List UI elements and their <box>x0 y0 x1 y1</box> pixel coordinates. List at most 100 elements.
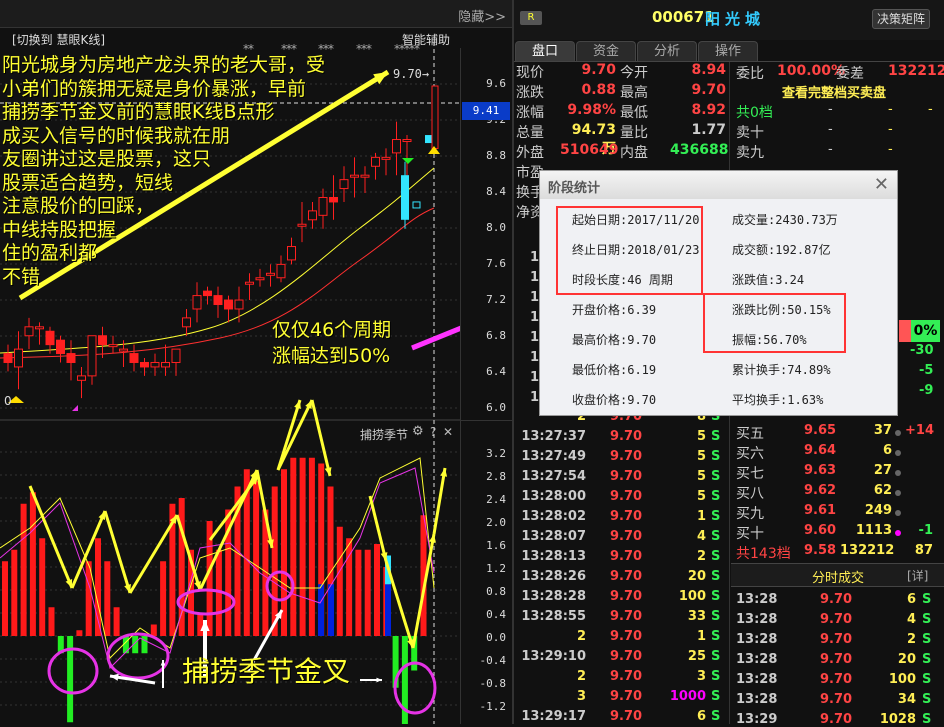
candle-body <box>108 344 118 348</box>
tick-volume: 33 <box>687 609 706 624</box>
annotation-line: 涨幅达到50% <box>272 345 391 367</box>
candle-body <box>129 353 139 363</box>
stat-item-right: 涨跌值:3.24 <box>732 273 805 287</box>
indicator-bar <box>197 613 204 636</box>
annotation-line: 中线持股把握 <box>2 218 117 241</box>
indicator-tick: 2.0 <box>486 516 506 529</box>
tab-analysis[interactable]: 分析 <box>637 41 697 61</box>
candle-body <box>35 326 44 330</box>
price-tick: 8.8 <box>486 149 506 162</box>
indicator-bar <box>299 457 306 636</box>
help-icon[interactable]: ? <box>430 425 436 439</box>
tick-time: 13:27:49 <box>521 449 586 464</box>
trade-side: S <box>922 612 932 627</box>
buy-label: 买八 <box>736 486 764 502</box>
tick-time: 2 <box>576 669 586 684</box>
buy-total-extra: 87 <box>914 543 933 558</box>
indicator-bar <box>104 561 111 636</box>
full-book-link[interactable]: 查看完整档买卖盘 <box>782 82 886 101</box>
indicator-bar <box>150 624 157 636</box>
price-tick: 6.0 <box>486 401 506 414</box>
candle-body <box>213 295 223 306</box>
minute-trades-title: 分时成交 <box>812 571 865 586</box>
tick-volume: 5 <box>696 449 706 464</box>
candle-body <box>45 330 55 346</box>
tab-operation[interactable]: 操作 <box>698 41 758 61</box>
annotation-line: 小弟们的簇拥无疑是身价暴涨，早前 <box>2 77 307 100</box>
change-value: -9 <box>919 383 934 398</box>
tick-side: S <box>711 529 721 544</box>
buy-price: 9.62 <box>804 483 837 498</box>
gear-icon[interactable]: ⚙ <box>412 424 424 439</box>
indicator-tick: 0.4 <box>486 608 506 621</box>
tick-side: S <box>711 629 721 644</box>
trade-price: 9.70 <box>820 612 853 627</box>
indicator-bar <box>2 561 8 636</box>
detail-link[interactable]: [详] <box>907 567 928 584</box>
trade-price: 9.70 <box>820 632 853 647</box>
quote-value: 8.94 <box>691 62 726 78</box>
candle-body <box>182 317 191 328</box>
candle-body <box>24 326 34 337</box>
tick-time: 13:29:10 <box>521 649 586 664</box>
tick-time: 13:29:17 <box>521 709 586 724</box>
trade-time: 13:28 <box>736 672 778 687</box>
buy-total-label: 共143档 <box>736 546 791 562</box>
candle-body <box>425 135 432 144</box>
annotation-main: 阳光城身为房地产龙头界的老大哥，受 小弟们的簇拥无疑是身价暴涨，早前 捕捞季节金… <box>2 54 382 289</box>
indicator-bar <box>374 544 380 636</box>
tab-funds[interactable]: 资金 <box>576 41 636 61</box>
trade-time: 13:28 <box>736 592 778 607</box>
sell-10-label: 卖十 <box>736 125 764 141</box>
sell-9-vol: - <box>888 142 893 157</box>
indicator-bar <box>48 607 55 636</box>
buy-change: -1 <box>918 523 933 538</box>
sell-total-label: 共0档 <box>736 105 773 121</box>
indicator-bar-blue <box>328 584 334 636</box>
trade-price: 9.70 <box>820 712 853 727</box>
zigzag-arrow <box>28 485 74 589</box>
buy-volume: 27 <box>873 463 892 478</box>
tick-side: S <box>711 649 721 664</box>
tick-volume: 1 <box>696 629 706 644</box>
tick-price: 9.70 <box>610 549 643 564</box>
quote-label: 今开 <box>620 65 648 81</box>
stat-item-right: 成交额:192.87亿 <box>732 243 831 257</box>
weibi-value: 100.00% <box>777 63 846 79</box>
tick-price: 9.70 <box>610 449 643 464</box>
hide-button[interactable]: 隐藏>> <box>458 6 506 25</box>
stat-item-left: 开盘价格:6.39 <box>572 303 657 317</box>
quote-label: 涨跌 <box>516 85 544 101</box>
tick-volume: 25 <box>687 649 706 664</box>
sell-total-price: - <box>828 102 833 117</box>
highlight-box <box>556 206 703 295</box>
indicator-bar <box>39 538 46 636</box>
tick-side: S <box>711 429 721 444</box>
tick-volume: 4 <box>696 529 706 544</box>
price-tick: 8.0 <box>486 221 506 234</box>
highlight-box <box>703 293 846 353</box>
sell-10-vol: - <box>888 122 893 137</box>
buy-total-price: 9.58 <box>804 543 837 558</box>
tick-volume: 1 <box>696 509 706 524</box>
trade-side: S <box>922 592 932 607</box>
candle-body <box>234 299 244 310</box>
tab-pankou[interactable]: 盘口 <box>515 41 575 61</box>
quote-value: 0.88 <box>581 82 616 98</box>
candle-body <box>402 139 412 143</box>
close-icon[interactable]: ✕ <box>443 425 453 439</box>
dialog-title-bar[interactable]: 阶段统计 ✕ <box>540 171 897 199</box>
tick-price: 9.70 <box>610 469 643 484</box>
buy-volume: 249 <box>864 503 892 518</box>
tick-price: 9.70 <box>610 669 643 684</box>
close-icon[interactable]: ✕ <box>874 174 889 195</box>
decision-matrix-button[interactable]: 决策矩阵 <box>872 9 930 29</box>
buy-volume: 1113 <box>855 523 892 538</box>
candle-body <box>392 139 401 154</box>
stat-item-left: 最高价格:9.70 <box>572 333 657 347</box>
buy-change: +14 <box>905 423 934 438</box>
low-marker: 0 <box>4 394 12 408</box>
indicator-tick: 0.8 <box>486 585 506 598</box>
quote-label: 内盘 <box>620 145 648 161</box>
weicha-label: 委差 <box>836 66 864 82</box>
